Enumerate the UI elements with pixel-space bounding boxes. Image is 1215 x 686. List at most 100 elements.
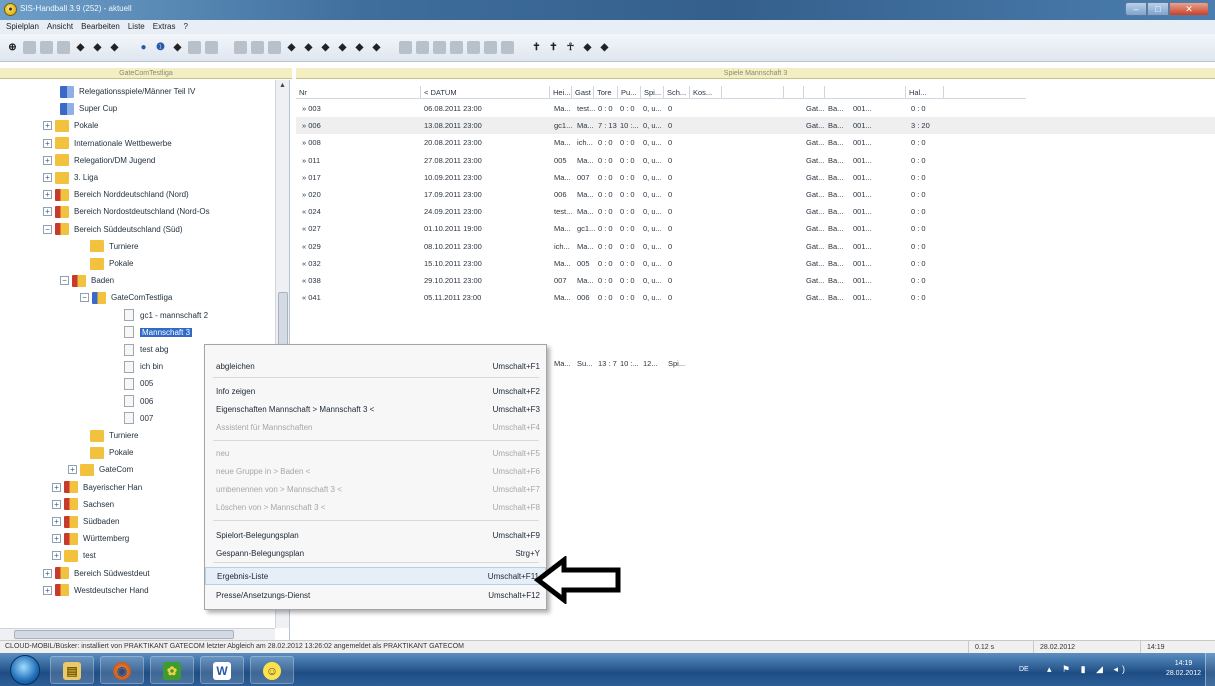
column-header[interactable]: Kos... (690, 86, 722, 99)
tree-item[interactable]: Super Cup (60, 100, 117, 117)
tree-item[interactable]: 006 (124, 393, 153, 410)
taskbar-word[interactable]: W (200, 656, 244, 684)
tray-icons[interactable]: ▴ ⚑ ▮ ◢ ◂) (1047, 664, 1129, 675)
tree-item[interactable]: Pokale (90, 444, 133, 461)
tree-item[interactable]: − Bereich Süddeutschland (Süd) (43, 221, 183, 238)
expand-icon[interactable]: + (52, 499, 61, 509)
menu-spielplan[interactable]: Spielplan (6, 20, 39, 34)
tree-item[interactable]: + test (52, 547, 96, 564)
expand-icon[interactable]: + (52, 482, 61, 492)
expand-icon[interactable]: + (43, 190, 52, 200)
toolbar-tool-k-icon[interactable]: ◆ (581, 41, 594, 54)
tree-item[interactable]: Turniere (90, 427, 139, 444)
toolbar-person-icon[interactable]: ✝ (530, 41, 543, 54)
table-row[interactable]: » 020 17.09.2011 23:00 006 Ma... 0 : 0 0 : 0 0… (296, 186, 1215, 203)
toolbar-grid-icon[interactable] (40, 41, 53, 54)
toolbar-tool-j-icon[interactable]: ◆ (370, 41, 383, 54)
toolbar-grid-icon[interactable] (399, 41, 412, 54)
show-desktop-button[interactable] (1205, 653, 1215, 686)
context-menu-item[interactable]: Spielort-Belegungsplan Umschalt+F9 (205, 527, 546, 545)
menu-liste[interactable]: Liste (128, 20, 145, 34)
toolbar-grid-icon[interactable] (433, 41, 446, 54)
toolbar-grid-icon[interactable] (57, 41, 70, 54)
taskbar-explorer[interactable]: ▤ (50, 656, 94, 684)
expand-icon[interactable]: + (43, 138, 52, 148)
collapse-icon[interactable]: − (43, 224, 52, 234)
table-row[interactable]: » 006 13.08.2011 23:00 gc1... Ma... 7 : 13 10… (296, 117, 1215, 135)
language-indicator[interactable]: DE (1019, 666, 1029, 673)
toolbar-grid-icon[interactable] (416, 41, 429, 54)
context-menu-item[interactable]: neue Gruppe in > Baden < Umschalt+F6 (205, 463, 546, 481)
tree-item[interactable]: + Südbaden (52, 513, 119, 530)
context-menu-item[interactable]: Gespann-Belegungsplan Strg+Y (205, 545, 546, 563)
column-header[interactable]: Hei... (550, 86, 572, 99)
taskbar-clock[interactable]: 14:19 28.02.2012 (1166, 659, 1201, 679)
expand-icon[interactable]: + (43, 568, 52, 578)
toolbar-grid-icon[interactable] (188, 41, 201, 54)
tree-item[interactable]: + Bereich Südwestdeut (43, 565, 150, 582)
tree-item[interactable]: Mannschaft 3 (124, 324, 193, 341)
tree-item[interactable]: Pokale (90, 255, 133, 272)
tree-horizontal-scrollbar[interactable] (0, 628, 275, 640)
table-row[interactable]: » 003 06.08.2011 23:00 Ma... test... 0 : 00 … (296, 100, 1215, 117)
toolbar-info-icon[interactable]: ❶ (154, 41, 167, 54)
tree-item[interactable]: + Bayerischer Han (52, 479, 142, 496)
toolbar-grid-icon[interactable] (234, 41, 247, 54)
column-header[interactable]: Sch... (664, 86, 690, 99)
collapse-icon[interactable]: − (60, 276, 69, 286)
taskbar-app[interactable]: ✿ (150, 656, 194, 684)
table-row[interactable]: « 032 15.10.2011 23:00 Ma... 005 0 : 0 0 : 0 0… (296, 255, 1215, 272)
column-header[interactable]: Spi... (641, 86, 664, 99)
column-header[interactable] (804, 86, 825, 99)
toolbar-grid-icon[interactable] (268, 41, 281, 54)
toolbar-tool-e-icon[interactable]: ◆ (285, 41, 298, 54)
maximize-button[interactable]: □ (1147, 2, 1169, 16)
toolbar-tool-b-icon[interactable]: ◆ (91, 41, 104, 54)
table-row[interactable]: « 029 08.10.2011 23:00 ich... Ma... 0 : 0 0 :… (296, 238, 1215, 255)
table-row[interactable]: « 038 29.10.2011 23:00 007 Ma... 0 : 0 0 : 0 0… (296, 272, 1215, 289)
tree-item[interactable]: + Sachsen (52, 496, 114, 513)
tree-item[interactable]: − GateComTestliga (80, 289, 172, 306)
table-row[interactable]: « 041 05.11.2011 23:00 Ma... 006 0 : 0 0 : 0 0… (296, 289, 1215, 306)
toolbar-tool-f-icon[interactable]: ◆ (302, 41, 315, 54)
table-row[interactable]: « 027 01.10.2011 19:00 Ma... gc1... 0 : 00 :… (296, 220, 1215, 237)
tree-item[interactable]: gc1 - mannschaft 2 (124, 307, 208, 324)
menu-bearbeiten[interactable]: Bearbeiten (81, 20, 120, 34)
tree-item[interactable]: + Württemberg (52, 530, 129, 547)
context-menu-item[interactable]: Info zeigen Umschalt+F2 (205, 383, 546, 401)
toolbar-tool-l-icon[interactable]: ◆ (598, 41, 611, 54)
toolbar-grid-icon[interactable] (450, 41, 463, 54)
taskbar-smiley[interactable]: ☺ (250, 656, 294, 684)
menu-help[interactable]: ? (183, 20, 187, 34)
tree-item[interactable]: + Bereich Norddeutschland (Nord) (43, 186, 189, 203)
tree-item[interactable]: + Internationale Wettbewerbe (43, 135, 172, 152)
expand-icon[interactable]: + (43, 585, 52, 595)
close-button[interactable]: ✕ (1169, 2, 1209, 16)
tree-item[interactable]: + Bereich Nordostdeutschland (Nord-Os (43, 203, 210, 220)
toolbar-grid-icon[interactable] (501, 41, 514, 54)
toolbar-person-icon[interactable]: ✝ (547, 41, 560, 54)
start-button[interactable] (10, 655, 40, 685)
toolbar-tool-g-icon[interactable]: ◆ (319, 41, 332, 54)
column-header[interactable]: < DATUM (421, 86, 550, 99)
taskbar-firefox[interactable]: ◉ (100, 656, 144, 684)
tree-item[interactable]: − Baden (60, 272, 114, 289)
context-menu-item[interactable]: abgleichen Umschalt+F1 (205, 358, 546, 376)
toolbar-people-icon[interactable]: ☥ (564, 41, 577, 54)
expand-icon[interactable]: + (43, 121, 52, 131)
column-header[interactable] (722, 86, 784, 99)
tree-item[interactable]: ich bin (124, 358, 163, 375)
column-header[interactable] (784, 86, 804, 99)
toolbar-tool-h-icon[interactable]: ◆ (336, 41, 349, 54)
toolbar-grid-icon[interactable] (484, 41, 497, 54)
context-menu-item[interactable]: Assistent für Mannschaften Umschalt+F4 (205, 419, 546, 437)
tree-item[interactable]: 005 (124, 375, 153, 392)
expand-icon[interactable]: + (43, 173, 52, 182)
scroll-thumb[interactable] (278, 292, 288, 352)
toolbar-binoculars-icon[interactable]: ⊕ (6, 41, 19, 54)
table-row[interactable]: « 024 24.09.2011 23:00 test... Ma... 0 : 0 0 … (296, 203, 1215, 220)
toolbar-tool-i-icon[interactable]: ◆ (353, 41, 366, 54)
menu-ansicht[interactable]: Ansicht (47, 20, 73, 34)
collapse-icon[interactable]: − (80, 293, 89, 303)
context-menu-item[interactable]: Löschen von > Mannschaft 3 < Umschalt+F8 (205, 499, 546, 517)
